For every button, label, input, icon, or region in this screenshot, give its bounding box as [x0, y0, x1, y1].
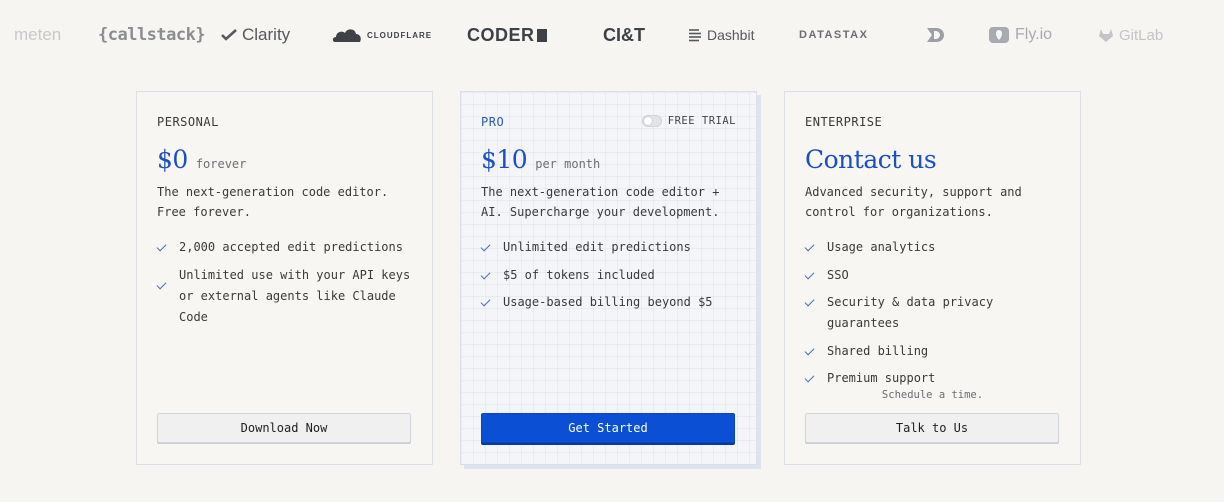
feature-item: $5 of tokens included — [480, 265, 741, 286]
check-icon — [804, 372, 815, 383]
check-icon — [804, 296, 815, 307]
customer-logos-strip: meten {callstack} Clarity CLOUDFLARE COD… — [0, 18, 1224, 52]
plan-description: The next-generation code editor + AI. Su… — [481, 185, 720, 219]
plan-card-personal: PERSONAL $0 forever The next-generation … — [136, 91, 433, 465]
check-icon — [156, 241, 167, 252]
free-trial-toggle[interactable]: FREE TRIAL — [641, 115, 736, 127]
feature-item: Usage analytics — [804, 237, 1065, 258]
plan-description: The next-generation code editor. Free fo… — [157, 185, 389, 219]
toggle-switch-icon[interactable] — [641, 115, 662, 127]
feature-list: Usage analytics SSO Security & data priv… — [804, 237, 1065, 396]
feature-item: SSO — [804, 265, 1065, 286]
feature-item: Usage-based billing beyond $5 — [480, 292, 741, 313]
feature-item: Premium support — [804, 368, 1065, 389]
feature-item: Shared billing — [804, 341, 1065, 362]
feature-text: Usage analytics — [827, 240, 936, 254]
plan-tier-label: PRO — [481, 115, 505, 129]
price-row: $0 forever — [157, 145, 246, 174]
plan-tier-label: PERSONAL — [157, 115, 219, 129]
coder-block-icon — [536, 28, 547, 42]
download-now-button[interactable]: Download Now — [157, 413, 411, 443]
free-trial-label: FREE TRIAL — [667, 115, 736, 127]
plan-tier-label: ENTERPRISE — [805, 115, 883, 129]
feature-text: 2,000 accepted edit predictions — [179, 240, 403, 254]
plan-period: per month — [535, 157, 601, 171]
check-icon — [804, 345, 815, 355]
plan-card-pro: PRO FREE TRIAL $10 per month The next-ge… — [460, 91, 757, 465]
feature-item: 2,000 accepted edit predictions — [156, 237, 417, 258]
gitlab-logo: GitLab — [1098, 18, 1163, 52]
feature-text: Shared billing — [827, 343, 929, 358]
feature-list: 2,000 accepted edit predictions Unlimite… — [156, 237, 417, 334]
cloudflare-logo: CLOUDFLARE — [332, 18, 432, 52]
check-icon — [156, 279, 167, 289]
plan-description: Advanced security, support and control f… — [805, 185, 1022, 219]
flyio-logo: Fly.io — [988, 18, 1052, 52]
feature-text: SSO — [827, 267, 849, 282]
coder-logo: CODER — [467, 18, 547, 52]
price-row: Contact us — [805, 145, 937, 174]
check-icon — [804, 241, 815, 252]
feature-item: Unlimited use with your API keys or exte… — [156, 265, 417, 328]
plan-price: $10 — [481, 145, 528, 174]
feature-text: Premium support — [827, 371, 936, 385]
feature-text: Security & data privacy guarantees — [827, 295, 994, 330]
feature-item: Unlimited edit predictions — [480, 237, 741, 258]
feature-text: Unlimited edit predictions — [503, 240, 691, 254]
get-started-button[interactable]: Get Started — [481, 413, 735, 443]
price-row: $10 per month — [481, 145, 600, 174]
meten-logo: meten — [14, 25, 62, 44]
dashbit-mark-icon — [689, 29, 701, 42]
feature-list: Unlimited edit predictions $5 of tokens … — [480, 237, 741, 320]
feature-item: Security & data privacy guarantees — [804, 292, 1065, 334]
feature-text: Usage-based billing beyond $5 — [503, 295, 713, 309]
fly-balloon-icon — [989, 27, 1009, 43]
check-icon — [480, 269, 491, 279]
callstack-logo: {callstack} — [98, 25, 206, 45]
talk-to-us-button[interactable]: Talk to Us — [805, 413, 1059, 443]
schedule-note: Schedule a time. — [881, 389, 984, 401]
plan-period: forever — [195, 157, 247, 171]
cloud-icon — [332, 29, 361, 42]
datastax-logo: DATASTAX — [799, 29, 869, 41]
dashbit-logo: Dashbit — [688, 18, 754, 52]
gitlab-fox-icon — [1099, 28, 1113, 42]
clarity-logo: Clarity — [221, 18, 290, 52]
feature-text: $5 of tokens included — [503, 267, 655, 282]
check-icon — [804, 269, 815, 279]
plan-price: $0 — [157, 145, 188, 174]
check-icon — [480, 241, 491, 252]
plan-card-enterprise: ENTERPRISE Contact us Advanced security,… — [784, 91, 1081, 465]
feature-text: Unlimited use with your API keys or exte… — [179, 267, 411, 324]
check-icon — [480, 296, 491, 307]
db-mark-icon — [927, 28, 944, 42]
ciandt-logo: CI&T — [603, 24, 645, 45]
db-logo — [926, 18, 946, 52]
plan-price: Contact us — [805, 145, 937, 174]
clarity-mark-icon — [221, 29, 237, 41]
